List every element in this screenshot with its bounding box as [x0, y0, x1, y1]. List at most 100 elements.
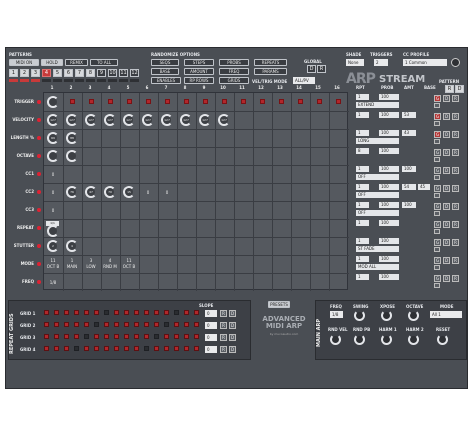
repeat-grid-cell[interactable] — [114, 310, 119, 315]
row-r-button[interactable]: R — [452, 95, 459, 102]
repeat-grid-cell[interactable] — [154, 334, 159, 339]
pattern-remix-button[interactable]: REMIX — [65, 59, 88, 66]
row-g-button[interactable]: G — [434, 275, 441, 282]
repeat-grid-cell[interactable] — [84, 322, 89, 327]
repeat-grid-cell[interactable] — [64, 346, 69, 351]
cc1-value[interactable]: 0 — [46, 172, 60, 177]
rnd-vel-knob[interactable] — [330, 334, 341, 345]
pattern-slot-7[interactable]: 7 — [75, 69, 84, 77]
prob-field[interactable]: 100 — [379, 184, 399, 190]
repeat-grid-cell[interactable] — [44, 346, 49, 351]
prob-field[interactable]: 100 — [379, 274, 399, 280]
xpose-knob[interactable] — [381, 310, 392, 321]
grid-d-button[interactable]: D — [229, 334, 236, 341]
octave-knob[interactable] — [66, 150, 78, 162]
repeat-grid-cell[interactable] — [114, 346, 119, 351]
repeat-grid-cell[interactable] — [144, 310, 149, 315]
grid-r-button[interactable]: R — [220, 346, 227, 353]
presets-button[interactable]: PRESETS — [268, 301, 290, 308]
row-enable-icon[interactable] — [37, 154, 41, 158]
slope-field[interactable]: 0 — [205, 334, 217, 341]
velocity-knob[interactable]: 127 — [85, 114, 97, 126]
row-d-button[interactable]: D — [443, 203, 450, 210]
repeat-grid-cell[interactable] — [104, 322, 109, 327]
cc2-value[interactable]: 47 — [85, 186, 97, 198]
repeat-grid-cell[interactable] — [54, 322, 59, 327]
pattern-d-button[interactable]: D — [455, 85, 464, 93]
velocity-knob[interactable]: 127 — [123, 114, 135, 126]
repeat-grid-cell[interactable] — [144, 322, 149, 327]
repeat-grid-cell[interactable] — [174, 346, 179, 351]
row-g-button[interactable]: G — [434, 95, 441, 102]
row-d-button[interactable]: D — [443, 185, 450, 192]
triggers-select[interactable]: 2 — [374, 59, 388, 66]
cc2-value[interactable]: 76 — [66, 186, 78, 198]
grid-r-button[interactable]: R — [220, 322, 227, 329]
prob-field[interactable]: 100 — [379, 238, 399, 244]
repeat-grid-cell[interactable] — [64, 334, 69, 339]
randomize-repeats-button[interactable]: REPEATS — [254, 59, 287, 66]
velocity-knob[interactable]: 127 — [218, 114, 230, 126]
row-mode-select[interactable]: EXTEND — [356, 102, 399, 108]
repeat-grid-cell[interactable] — [134, 334, 139, 339]
row-g-button[interactable]: G — [434, 149, 441, 156]
amt-field[interactable]: 100 — [402, 202, 416, 208]
pattern-hold-button[interactable]: HOLD — [41, 59, 63, 66]
mode-value[interactable]: 11 — [46, 258, 60, 263]
randomize-base-button[interactable]: BASE — [151, 68, 179, 75]
trigger-step-14[interactable] — [298, 99, 303, 104]
velocity-knob[interactable]: 127 — [142, 114, 154, 126]
randomize-steps-button[interactable]: STEPS — [184, 59, 214, 66]
randomize-params-button[interactable]: PARAMS — [254, 68, 287, 75]
sequencer-grid[interactable]: 127 127 127 127 127 127 127 127 127 127 69 88 0 0 76 47… — [43, 92, 349, 291]
octave-knob[interactable] — [47, 150, 59, 162]
stutter-knob[interactable]: 2 — [47, 240, 59, 252]
trigger-knob[interactable] — [47, 96, 59, 108]
randomize-probs-button[interactable]: PROBS — [219, 59, 249, 66]
repeat-grid-cell[interactable] — [84, 310, 89, 315]
row-rp-button[interactable] — [434, 103, 440, 108]
repeat-grid-cell[interactable] — [134, 310, 139, 315]
grid-r-button[interactable]: R — [220, 334, 227, 341]
prob-field[interactable]: 100 — [379, 94, 399, 100]
row-r-button[interactable]: R — [452, 203, 459, 210]
velocity-knob[interactable]: 127 — [161, 114, 173, 126]
amt-field[interactable]: 100 — [402, 166, 416, 172]
row-g-button[interactable]: G — [434, 239, 441, 246]
cc2-value[interactable]: 0 — [160, 190, 174, 195]
repeat-grid-cell[interactable] — [74, 322, 79, 327]
repeat-grid-cell[interactable] — [124, 322, 129, 327]
repeat-grid-cell[interactable] — [144, 346, 149, 351]
repeat-grid-cell[interactable] — [54, 310, 59, 315]
repeat-grid-cell[interactable] — [74, 310, 79, 315]
repeat-grid-cell[interactable] — [154, 322, 159, 327]
row-r-button[interactable]: R — [452, 149, 459, 156]
repeat-grid-cell[interactable] — [174, 310, 179, 315]
repeat-grid-cell[interactable] — [164, 322, 169, 327]
row-d-button[interactable]: D — [443, 239, 450, 246]
base-field[interactable]: 45 — [418, 184, 430, 190]
row-enable-icon[interactable] — [37, 226, 41, 230]
row-enable-icon[interactable] — [37, 118, 41, 122]
repeat-grid-cell[interactable] — [184, 310, 189, 315]
row-r-button[interactable]: R — [452, 131, 459, 138]
repeat-grid-cell[interactable] — [154, 310, 159, 315]
repeat-grid-cell[interactable] — [134, 322, 139, 327]
repeat-grid-cell[interactable] — [154, 346, 159, 351]
randomize-enables-button[interactable]: ENABLES — [151, 77, 181, 84]
stutter-knob[interactable]: 4 — [66, 240, 78, 252]
randomize-amount-button[interactable]: AMOUNT — [184, 68, 214, 75]
row-rp-button[interactable] — [434, 283, 440, 288]
repeat-grid-cell[interactable] — [84, 346, 89, 351]
trigger-step-6[interactable] — [146, 99, 151, 104]
row-enable-icon[interactable] — [37, 100, 41, 104]
length-knob[interactable]: 69 — [47, 132, 59, 144]
prob-field[interactable]: 100 — [379, 220, 399, 226]
mode-value[interactable]: 11 — [122, 258, 136, 263]
row-rp-button[interactable] — [434, 175, 440, 180]
cc-profile-select[interactable]: 1 Common — [403, 59, 447, 66]
repeat-knob[interactable] — [47, 225, 59, 237]
prob-field[interactable]: 100 — [379, 202, 399, 208]
amt-field[interactable]: 54 — [402, 184, 416, 190]
grid-d-button[interactable]: D — [229, 310, 236, 317]
